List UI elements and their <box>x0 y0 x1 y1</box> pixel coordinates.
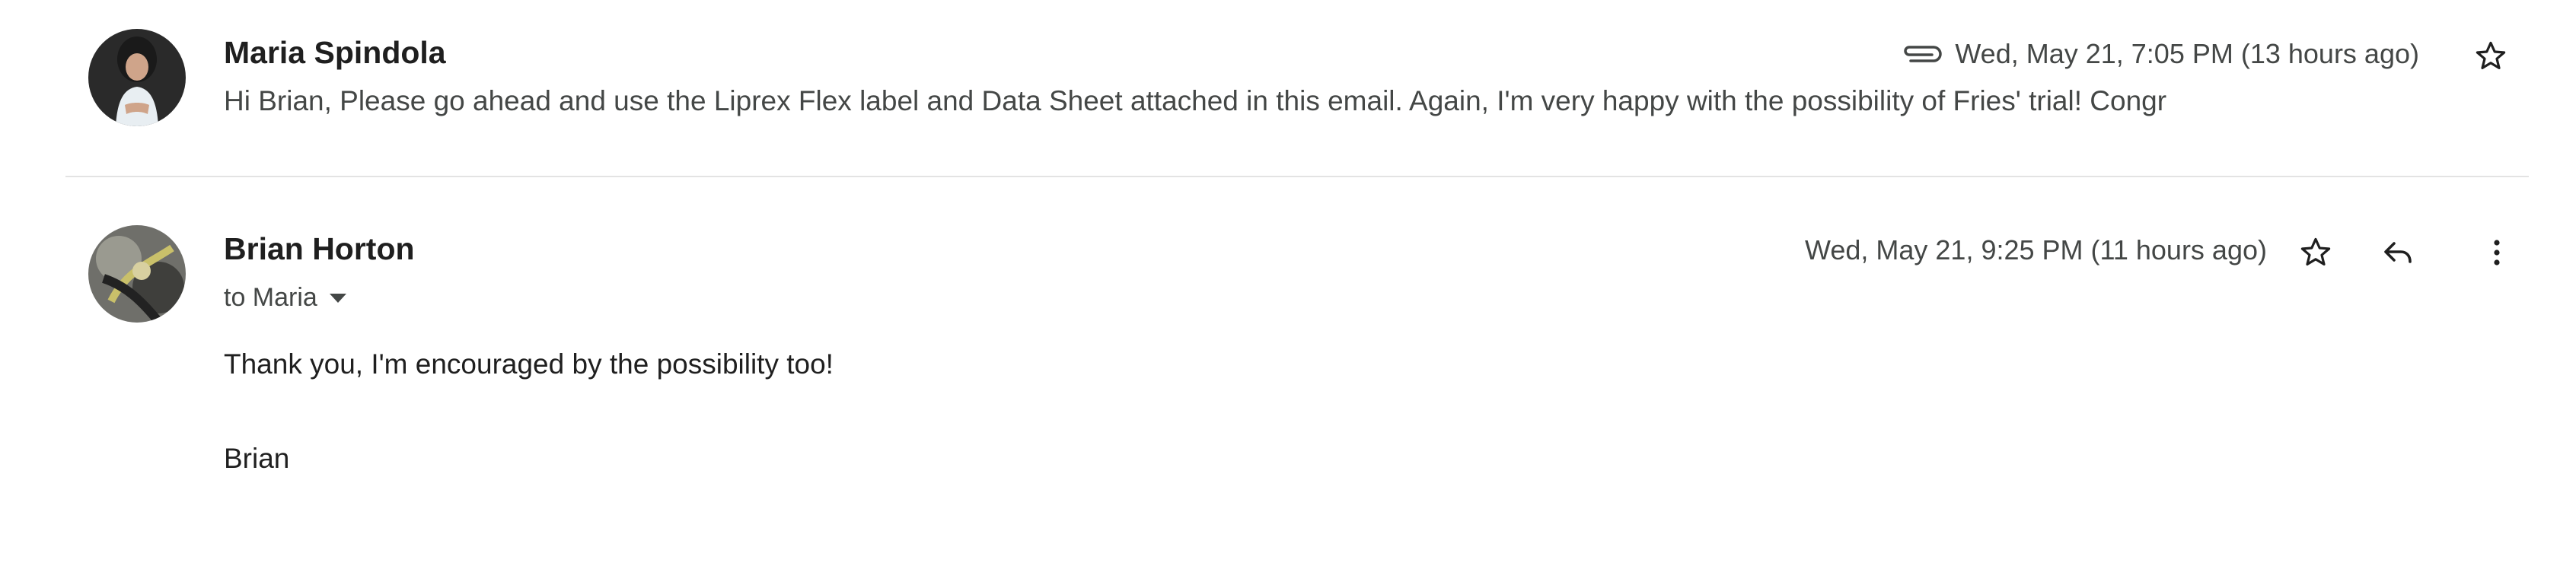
reply-button[interactable] <box>2374 228 2422 277</box>
chevron-down-icon <box>329 293 346 303</box>
message-expanded: Brian Horton to Maria Wed, May 21, 9:25 … <box>0 176 2576 566</box>
message-signature: Brian <box>224 443 290 474</box>
avatar-photo-icon <box>88 29 186 126</box>
message-timestamp: Wed, May 21, 9:25 PM (11 hours ago) <box>1805 234 2267 266</box>
reply-icon <box>2384 242 2412 263</box>
sender-name: Maria Spindola <box>224 35 446 70</box>
recipient-details-toggle[interactable]: to Maria <box>224 283 346 313</box>
star-icon <box>2300 237 2331 266</box>
message-timestamp: Wed, May 21, 7:05 PM (13 hours ago) <box>1955 38 2419 69</box>
message-body-text: Thank you, I'm encouraged by the possibi… <box>224 348 834 380</box>
sender-name: Brian Horton <box>224 231 415 266</box>
message-meta: Wed, May 21, 9:25 PM (11 hours ago) <box>1805 234 2267 266</box>
avatar-brian[interactable] <box>88 225 186 323</box>
more-options-button[interactable] <box>2472 228 2521 277</box>
avatar-maria[interactable] <box>88 29 186 126</box>
message-meta: Wed, May 21, 7:05 PM (13 hours ago) <box>1899 38 2419 70</box>
attachment-icon <box>1899 43 1943 65</box>
star-icon <box>2476 41 2506 69</box>
avatar-photo-icon <box>88 225 186 323</box>
more-vert-icon <box>2494 240 2500 266</box>
recipient-label: to Maria <box>224 283 317 312</box>
message-collapsed[interactable]: Maria Spindola Hi Brian, Please go ahead… <box>0 0 2576 176</box>
star-button[interactable] <box>2291 228 2340 277</box>
message-snippet: Hi Brian, Please go ahead and use the Li… <box>224 85 2167 116</box>
star-button[interactable] <box>2466 32 2515 81</box>
